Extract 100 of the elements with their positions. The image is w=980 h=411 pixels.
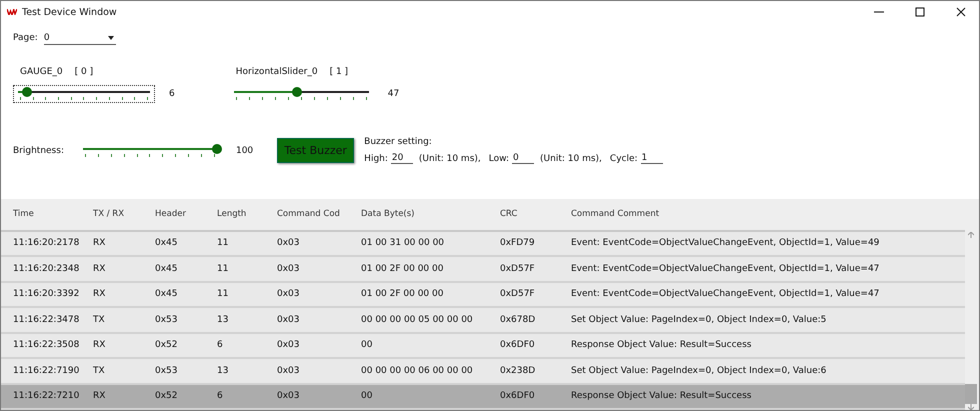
table-cell-text: 13 [217,366,230,376]
table-cell-text: 6 [217,340,224,350]
page-label: Page: [13,33,38,43]
slider-label: HorizontalSlider_0 [236,67,318,77]
table-row[interactable]: 11:16:20:2348 RX 0x45 11 0x03 01 00 2F 00 00 00 0xD57F Event: EventCode=ObjectValueChangeEvent, ObjectId=1, Value=47 [1,257,965,282]
table-row[interactable]: 11:16:22:7210 RX 0x52 6 0x03 00 0x6DF0 Response Object Value: Result=Success [1,384,965,410]
table-cell-text: 11:16:20:2348 [13,264,80,274]
table-cell-text: RX [93,340,106,350]
table-cell-text: 0x03 [277,366,301,376]
column-header[interactable]: Header [155,209,217,219]
table-cell-text: Event: EventCode=ObjectValueChangeEvent, ObjectId=1, Value=49 [571,238,880,248]
table-cell-text: 00 00 00 00 05 00 00 00 [361,314,474,325]
column-header[interactable]: Length [217,209,277,219]
table-cell-text: 0x238D [500,366,536,376]
table-cell-text: 11 [217,238,230,248]
table-cell-text: 11:16:20:2178 [13,238,80,248]
slider-label: GAUGE_0 [20,67,63,77]
table-cell-text: RX [93,238,106,248]
buzzer-setting-label: Buzzer setting: [364,137,433,147]
table-cell-text: 0x53 [155,366,179,376]
table-cell-text: 0x03 [277,289,301,300]
slider-index: [ 0 ] [74,67,94,77]
table-cell-text: 00 [361,391,374,402]
table-cell-text: Event: EventCode=ObjectValueChangeEvent, ObjectId=1, Value=47 [571,264,880,274]
page-dropdown[interactable]: 0 [44,31,116,45]
table-cell-text: 0x03 [277,238,301,248]
table-cell-text: 0x45 [155,264,179,274]
column-header[interactable]: Time [13,209,93,219]
table-cell-text: 11 [217,289,230,300]
table-cell-text: RX [93,391,106,402]
slider-thumb[interactable] [22,87,32,97]
table-cell-text: 0x6DF0 [500,391,536,402]
slider-index: [ 1 ] [330,67,348,77]
table-cell-text: 00 [361,340,374,350]
table-cell-text: Response Object Value: Result=Success [571,391,752,402]
unit-label: (Unit: 10 ms), [540,154,602,164]
table-cell-text: 0xD57F [500,264,536,274]
table-cell-text: 11:16:20:3392 [13,289,80,300]
low-field[interactable]: 0 [512,153,534,164]
table-cell-text: 11:16:22:3508 [13,340,80,350]
table-cell-text: RX [93,264,106,274]
high-field[interactable]: 20 [390,153,413,164]
table-cell-text: RX [93,289,106,300]
slider-thumb[interactable] [212,144,222,154]
table-cell-text: 0x03 [277,314,301,325]
window-title: Test Device Window [22,6,118,18]
slider-value: 47 [388,89,400,99]
slider-thumb[interactable] [292,87,302,97]
table-cell-text: Set Object Value: PageIndex=0, Object Index=0, Value:6 [571,366,828,376]
column-header[interactable]: TX / RX [93,209,155,219]
column-header[interactable]: Data Byte(s) [361,209,500,219]
slider-value: 6 [169,89,175,99]
table-cell-text: 01 00 31 00 00 00 [361,238,446,248]
table-row[interactable]: 11:16:22:3478 TX 0x53 13 0x03 00 00 00 00 05 00 00 00 0x678D Set Object Value: PageIndex=0, Object Index=0, Value:5 [1,308,965,334]
table-row[interactable]: 11:16:22:7190 TX 0x53 13 0x03 00 00 00 00 06 00 00 00 0x238D Set Object Value: PageIndex=0, Object Index=0, Value:6 [1,359,965,384]
table-cell-text: 01 00 2F 00 00 00 [361,289,444,300]
table-cell-text: 11:16:22:7190 [13,366,80,376]
table-row[interactable]: 11:16:20:3392 RX 0x45 11 0x03 01 00 2F 00 00 00 0xD57F Event: EventCode=ObjectValueChangeEvent, ObjectId=1, Value=47 [1,282,965,308]
table-row[interactable]: 11:16:20:2178 RX 0x45 11 0x03 01 00 31 00 00 00 0xFD79 Event: EventCode=ObjectValueChangeEvent, ObjectId=1, Value=49 [1,232,965,257]
unit-label: (Unit: 10 ms), [418,154,481,164]
high-label: High: [364,154,388,164]
table-cell-text: 11:16:22:7210 [13,391,80,402]
low-label: Low: [488,154,510,164]
table-cell-text: 0x52 [155,391,179,402]
cycle-field[interactable]: 1 [640,153,663,164]
close-icon [956,7,966,17]
table-cell-text: 00 00 00 00 06 00 00 00 [361,366,474,376]
table-cell-text: Response Object Value: Result=Success [571,340,752,350]
table-cell-text: 0xFD79 [500,238,536,248]
brightness-value: 100 [236,146,254,156]
column-header[interactable]: Command Cod [277,209,361,219]
column-header[interactable]: Command Comment [571,209,965,219]
cycle-label: Cycle: [610,154,638,164]
table-cell-text: 11:16:22:3478 [13,314,80,325]
table-cell-text: 0x6DF0 [500,340,536,350]
table-cell-text: 0x03 [277,391,301,402]
scroll-thumb[interactable] [965,384,977,404]
table-cell-text: Set Object Value: PageIndex=0, Object Index=0, Value:5 [571,314,828,325]
table-cell-text: 0x03 [277,340,301,350]
table-cell-text: 0x52 [155,340,179,350]
table-cell-text: 0xD57F [500,289,536,300]
table-cell-text: TX [93,366,106,376]
table-cell-text: 0x45 [155,289,179,300]
table-cell-text: 6 [217,391,224,402]
table-cell-text: Event: EventCode=ObjectValueChangeEvent, ObjectId=1, Value=47 [571,289,880,300]
logo-icon [7,9,17,15]
brightness-label: Brightness: [13,146,64,156]
table-cell-text: 0x45 [155,238,179,248]
table-cell-text: 11 [217,264,230,274]
table-row[interactable]: 11:16:22:3508 RX 0x52 6 0x03 00 0x6DF0 Response Object Value: Result=Success [1,334,965,359]
slider[interactable] [13,85,155,103]
table-cell-text: 13 [217,314,230,325]
table-cell-text: 01 00 2F 00 00 00 [361,264,444,274]
dropdown-arrow-icon [108,36,114,40]
table-cell-text: 0x03 [277,264,301,274]
maximize-icon [915,7,925,17]
column-header[interactable]: CRC [500,209,571,219]
table-cell-text: 0x678D [500,314,536,325]
table-cell-text: 0x53 [155,314,179,325]
scrollbar[interactable] [965,232,977,410]
